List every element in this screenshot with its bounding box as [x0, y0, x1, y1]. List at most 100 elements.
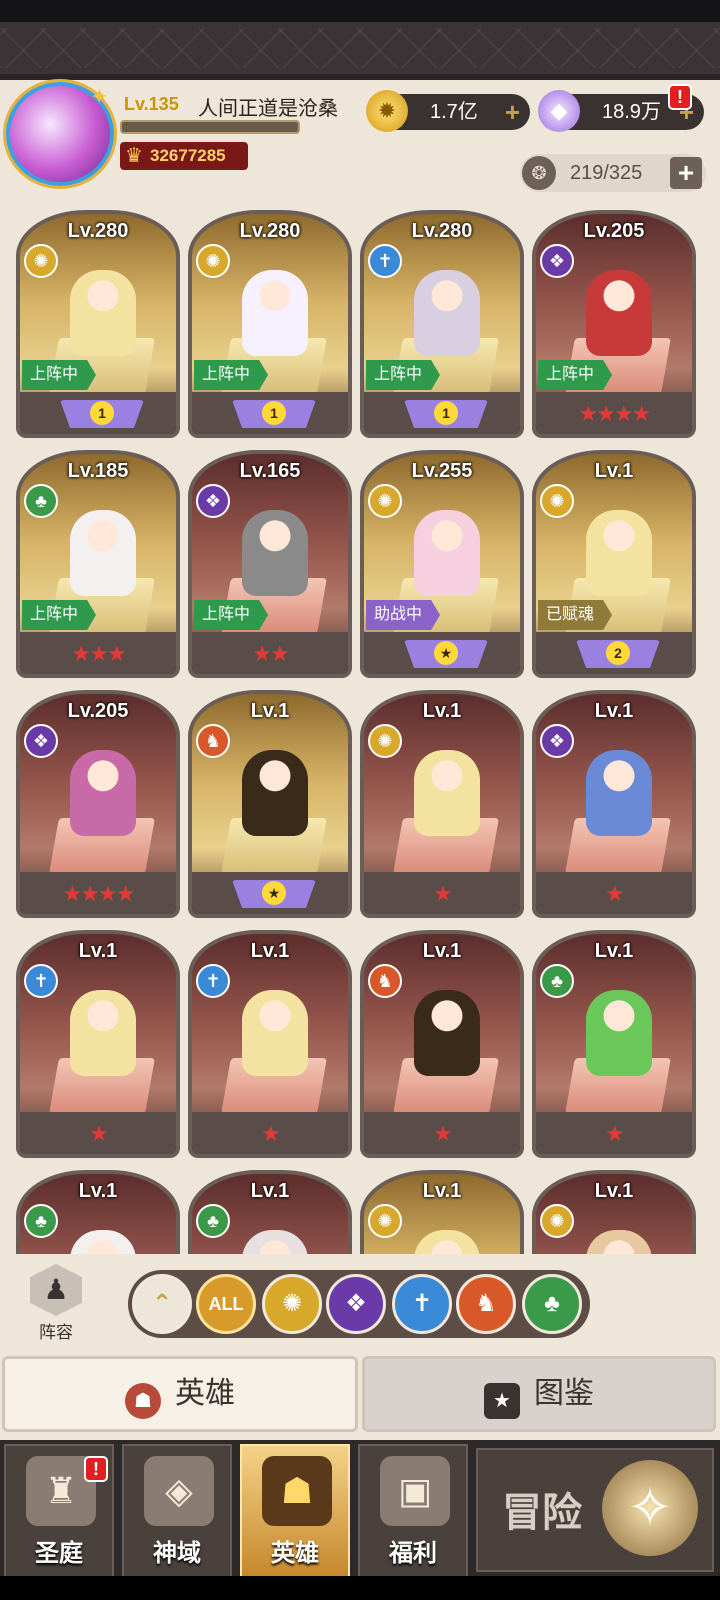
hero-portrait — [414, 1230, 480, 1254]
hero-card[interactable]: Lv.1 ✺ — [360, 1170, 524, 1254]
holy-faction-icon: ✝ — [368, 244, 402, 278]
add-gold-button[interactable]: + — [505, 94, 520, 130]
nav-divine-realm[interactable]: ◈ 神域 — [122, 1444, 232, 1578]
hero-card[interactable]: Lv.280 ✺ 上阵中 1 — [16, 210, 180, 438]
hero-capacity: ❂ 219/325 + — [520, 154, 706, 192]
hero-status-tag: 已赋魂 — [538, 600, 613, 630]
hero-level: Lv.1 — [594, 460, 634, 482]
hero-card[interactable]: Lv.185 ♣ 上阵中 ★★★ — [16, 450, 180, 678]
lineup-button[interactable]: ♟ 阵容 — [18, 1264, 94, 1344]
main-tabs: ☗ 英雄 ★ 图鉴 — [0, 1356, 720, 1440]
hero-portrait — [586, 1230, 652, 1254]
hero-card[interactable]: Lv.1 ❖ ★ — [532, 690, 696, 918]
hero-card[interactable]: Lv.1 ✺ 已赋魂 2 — [532, 450, 696, 678]
nav-welfare[interactable]: ▣ 福利 — [358, 1444, 468, 1578]
light-faction-icon: ✺ — [196, 244, 230, 278]
hero-star-rating: ★ — [433, 881, 453, 906]
dark-faction-icon: ❖ — [540, 724, 574, 758]
hero-portrait — [242, 510, 308, 596]
hero-level: Lv.1 — [250, 700, 290, 722]
beast-faction-icon: ♞ — [196, 724, 230, 758]
hero-card[interactable]: Lv.1 ♞ ★ — [360, 930, 524, 1158]
hero-card[interactable]: Lv.1 ✺ — [532, 1170, 696, 1254]
hero-star-rating: ★ — [433, 1121, 453, 1146]
tab-codex[interactable]: ★ 图鉴 — [362, 1356, 716, 1432]
hero-portrait — [414, 510, 480, 596]
nature-faction-icon: ♣ — [540, 964, 574, 998]
hero-status-tag: 上阵中 — [194, 600, 269, 630]
expand-capacity-button[interactable]: + — [670, 157, 702, 189]
player-avatar[interactable]: ✦ — [6, 82, 114, 186]
hero-portrait — [414, 750, 480, 836]
dark-faction-icon[interactable]: ❖ — [326, 1274, 386, 1334]
banner-pattern — [0, 28, 720, 68]
hero-status-tag: 上阵中 — [538, 360, 613, 390]
helmet-icon: ☗ — [125, 1383, 161, 1419]
hero-portrait — [70, 750, 136, 836]
rank-value: 1 — [90, 401, 114, 425]
hero-card[interactable]: Lv.1 ✺ ★ — [360, 690, 524, 918]
hero-level: Lv.1 — [78, 1180, 118, 1202]
holy-faction-icon: ✝ — [196, 964, 230, 998]
hero-card[interactable]: Lv.1 ♣ ★ — [532, 930, 696, 1158]
hero-card[interactable]: Lv.205 ❖ 上阵中 ★★★★ — [532, 210, 696, 438]
hero-card[interactable]: Lv.280 ✝ 上阵中 1 — [360, 210, 524, 438]
adventure-button[interactable]: 冒险 ✧ — [476, 1448, 714, 1572]
hero-star-rating: ★ — [605, 1121, 625, 1146]
nav-divine-realm-label: 神域 — [153, 1540, 201, 1567]
rank-wing-badge: 2 — [576, 640, 660, 668]
diamond-icon: ◆ — [538, 90, 580, 132]
hero-card[interactable]: Lv.1 ♞ ★ — [188, 690, 352, 918]
hero-card[interactable]: Lv.1 ♣ — [188, 1170, 352, 1254]
hero-card[interactable]: Lv.280 ✺ 上阵中 1 — [188, 210, 352, 438]
collapse-icon[interactable]: ⌃ — [132, 1274, 192, 1334]
beast-faction-icon[interactable]: ♞ — [456, 1274, 516, 1334]
hero-star-rating: ★ — [89, 1121, 109, 1146]
light-faction-icon: ✺ — [24, 244, 58, 278]
hero-level: Lv.280 — [411, 220, 473, 242]
hero-portrait — [414, 990, 480, 1076]
crystal-icon: ◈ — [144, 1456, 214, 1526]
avatar-frame-ornament-icon: ✦ — [90, 84, 109, 109]
hero-card[interactable]: Lv.1 ✝ ★ — [16, 930, 180, 1158]
nav-heroes[interactable]: ☗ 英雄 — [240, 1444, 350, 1578]
star-book-icon: ★ — [484, 1383, 520, 1419]
hero-level: Lv.1 — [422, 700, 462, 722]
holy-faction-icon[interactable]: ✝ — [392, 1274, 452, 1334]
sanctuary-alert-badge: ! — [84, 1456, 108, 1482]
rank-wing-badge: 1 — [404, 400, 488, 428]
hero-card[interactable]: Lv.1 ✝ ★ — [188, 930, 352, 1158]
hero-card[interactable]: Lv.165 ❖ 上阵中 ★★ — [188, 450, 352, 678]
hero-status-tag: 上阵中 — [22, 360, 97, 390]
hero-portrait — [242, 990, 308, 1076]
rank-value: 2 — [606, 641, 630, 665]
hero-card[interactable]: Lv.205 ❖ ★★★★ — [16, 690, 180, 918]
light-faction-icon[interactable]: ✺ — [262, 1274, 322, 1334]
top-banner — [0, 0, 720, 80]
hero-portrait — [242, 750, 308, 836]
faction-filter-bar: ⌃ ALL ✺ ❖ ✝ ♞ ♣ — [128, 1270, 590, 1338]
rank-wing-badge: 1 — [232, 400, 316, 428]
filter-all-button[interactable]: ALL — [196, 1274, 256, 1334]
light-faction-icon: ✺ — [368, 724, 402, 758]
hero-card[interactable]: Lv.255 ✺ 助战中 ★ — [360, 450, 524, 678]
hero-star-rating: ★ — [261, 1121, 281, 1146]
hero-card[interactable]: Lv.1 ♣ — [16, 1170, 180, 1254]
nature-faction-icon[interactable]: ♣ — [522, 1274, 582, 1334]
nature-faction-icon: ♣ — [24, 484, 58, 518]
hero-level: Lv.1 — [422, 1180, 462, 1202]
hero-portrait — [414, 270, 480, 356]
combat-power: ♛ 32677285 — [120, 142, 248, 170]
hero-level: Lv.165 — [239, 460, 301, 482]
player-name: 人间正道是沧桑 — [198, 98, 338, 120]
hero-portrait — [70, 990, 136, 1076]
tab-heroes[interactable]: ☗ 英雄 — [2, 1356, 358, 1432]
hero-level: Lv.205 — [583, 220, 645, 242]
player-level: Lv.135 — [124, 94, 179, 114]
gold-currency: ✹ 1.7亿 + — [366, 90, 530, 132]
hero-level: Lv.185 — [67, 460, 129, 482]
light-faction-icon: ✺ — [540, 484, 574, 518]
hero-status-tag: 上阵中 — [194, 360, 269, 390]
hero-level: Lv.1 — [250, 940, 290, 962]
tab-heroes-label: 英雄 — [175, 1377, 235, 1410]
